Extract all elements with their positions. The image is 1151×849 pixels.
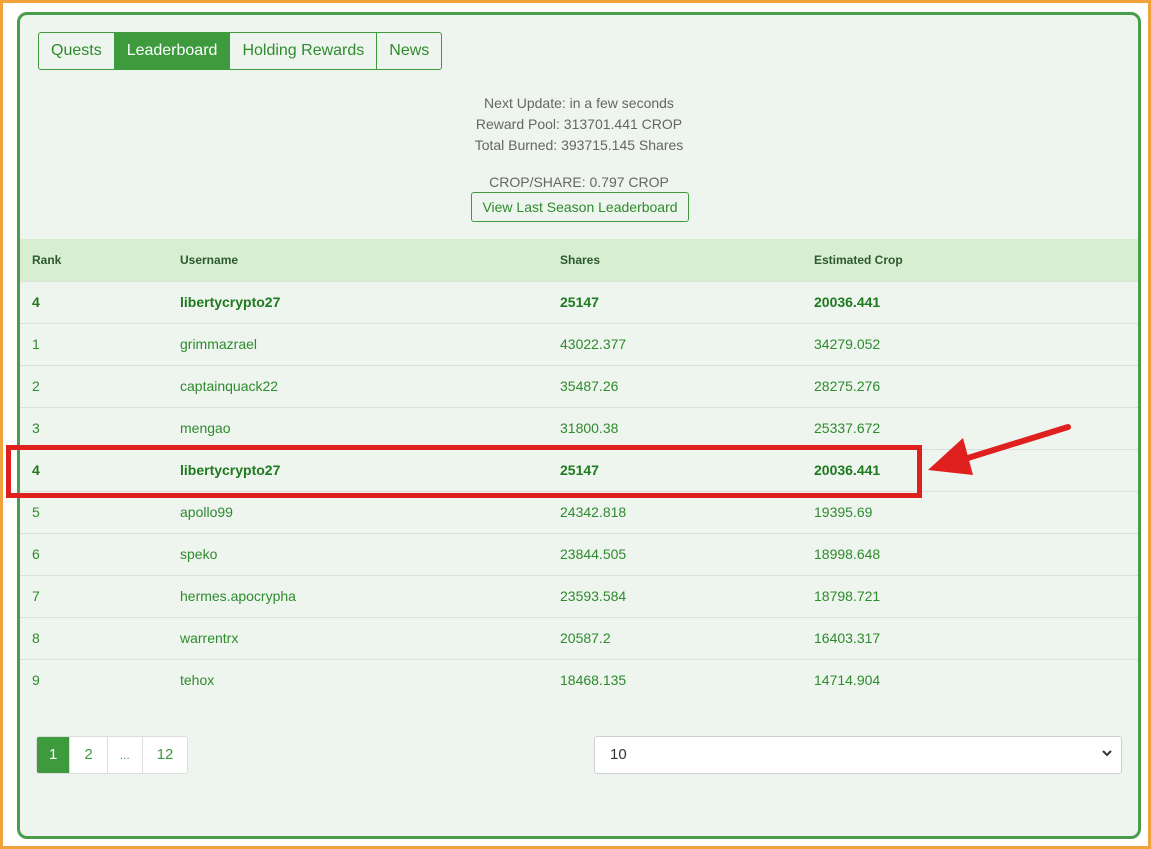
cell-username: hermes.apocrypha	[168, 574, 560, 617]
page-button-1[interactable]: 1	[37, 737, 71, 773]
header-shares[interactable]: Shares	[560, 239, 814, 281]
cell-shares: 25147	[560, 280, 814, 323]
cell-rank: 6	[20, 532, 168, 575]
tab-leaderboard[interactable]: Leaderboard	[114, 33, 231, 69]
tab-bar: Quests Leaderboard Holding Rewards News	[38, 32, 443, 70]
highlight-box	[6, 445, 922, 498]
cell-rank: 4	[20, 280, 168, 323]
page-ellipsis[interactable]: ...	[108, 737, 143, 773]
table-row: 9 tehox 18468.135 14714.904	[20, 658, 1138, 701]
cell-estimated-crop: 34279.052	[814, 322, 1138, 365]
tab-news[interactable]: News	[377, 33, 441, 69]
tab-quests[interactable]: Quests	[39, 33, 115, 69]
cell-estimated-crop: 28275.276	[814, 364, 1138, 407]
cell-shares: 23844.505	[560, 532, 814, 575]
header-username[interactable]: Username	[168, 239, 560, 281]
page-size-value: 10	[610, 746, 627, 763]
table-header-row: Rank Username Shares Estimated Crop	[20, 239, 1138, 281]
current-user-row: 4 libertycrypto27 25147 20036.441	[20, 280, 1138, 323]
cell-rank: 7	[20, 574, 168, 617]
crop-per-share-text: CROP/SHARE: 0.797 CROP	[489, 174, 669, 190]
cell-shares: 31800.38	[560, 406, 814, 449]
cell-estimated-crop: 20036.441	[814, 280, 1138, 323]
tab-holding-rewards[interactable]: Holding Rewards	[230, 33, 378, 69]
table-row: 6 speko 23844.505 18998.648	[20, 532, 1138, 575]
table-row: 7 hermes.apocrypha 23593.584 18798.721	[20, 574, 1138, 617]
reward-pool-text: Reward Pool: 313701.441 CROP	[475, 116, 683, 132]
table-row: 1 grimmazrael 43022.377 34279.052	[20, 322, 1138, 365]
cell-rank: 2	[20, 364, 168, 407]
chevron-down-icon	[1101, 737, 1113, 773]
cell-shares: 43022.377	[560, 322, 814, 365]
total-burned-text: Total Burned: 393715.145 Shares	[474, 137, 684, 153]
pagination: 1 2 ... 12	[36, 736, 189, 774]
cell-username: warrentrx	[168, 616, 560, 659]
table-row: 8 warrentrx 20587.2 16403.317	[20, 616, 1138, 659]
cell-username: captainquack22	[168, 364, 560, 407]
cell-shares: 35487.26	[560, 364, 814, 407]
page-size-select[interactable]: 10	[594, 736, 1122, 774]
cell-estimated-crop: 14714.904	[814, 658, 1138, 701]
red-arrow-icon	[928, 424, 1071, 475]
cell-estimated-crop: 18798.721	[814, 574, 1138, 617]
cell-rank: 3	[20, 406, 168, 449]
cell-username: mengao	[168, 406, 560, 449]
table-row: 2 captainquack22 35487.26 28275.276	[20, 364, 1138, 407]
cell-username: libertycrypto27	[168, 280, 560, 323]
cell-username: grimmazrael	[168, 322, 560, 365]
cell-estimated-crop: 16403.317	[814, 616, 1138, 659]
cell-username: speko	[168, 532, 560, 575]
page-button-2[interactable]: 2	[70, 737, 108, 773]
cell-rank: 8	[20, 616, 168, 659]
cell-rank: 9	[20, 658, 168, 701]
cell-shares: 18468.135	[560, 658, 814, 701]
header-estimated-crop[interactable]: Estimated Crop	[814, 239, 1138, 281]
cell-shares: 20587.2	[560, 616, 814, 659]
cell-estimated-crop: 18998.648	[814, 532, 1138, 575]
view-last-season-button[interactable]: View Last Season Leaderboard	[471, 192, 689, 222]
header-rank[interactable]: Rank	[20, 239, 168, 281]
next-update-text: Next Update: in a few seconds	[484, 95, 674, 111]
page-button-12[interactable]: 12	[143, 737, 188, 773]
cell-shares: 23593.584	[560, 574, 814, 617]
cell-rank: 1	[20, 322, 168, 365]
cell-username: tehox	[168, 658, 560, 701]
